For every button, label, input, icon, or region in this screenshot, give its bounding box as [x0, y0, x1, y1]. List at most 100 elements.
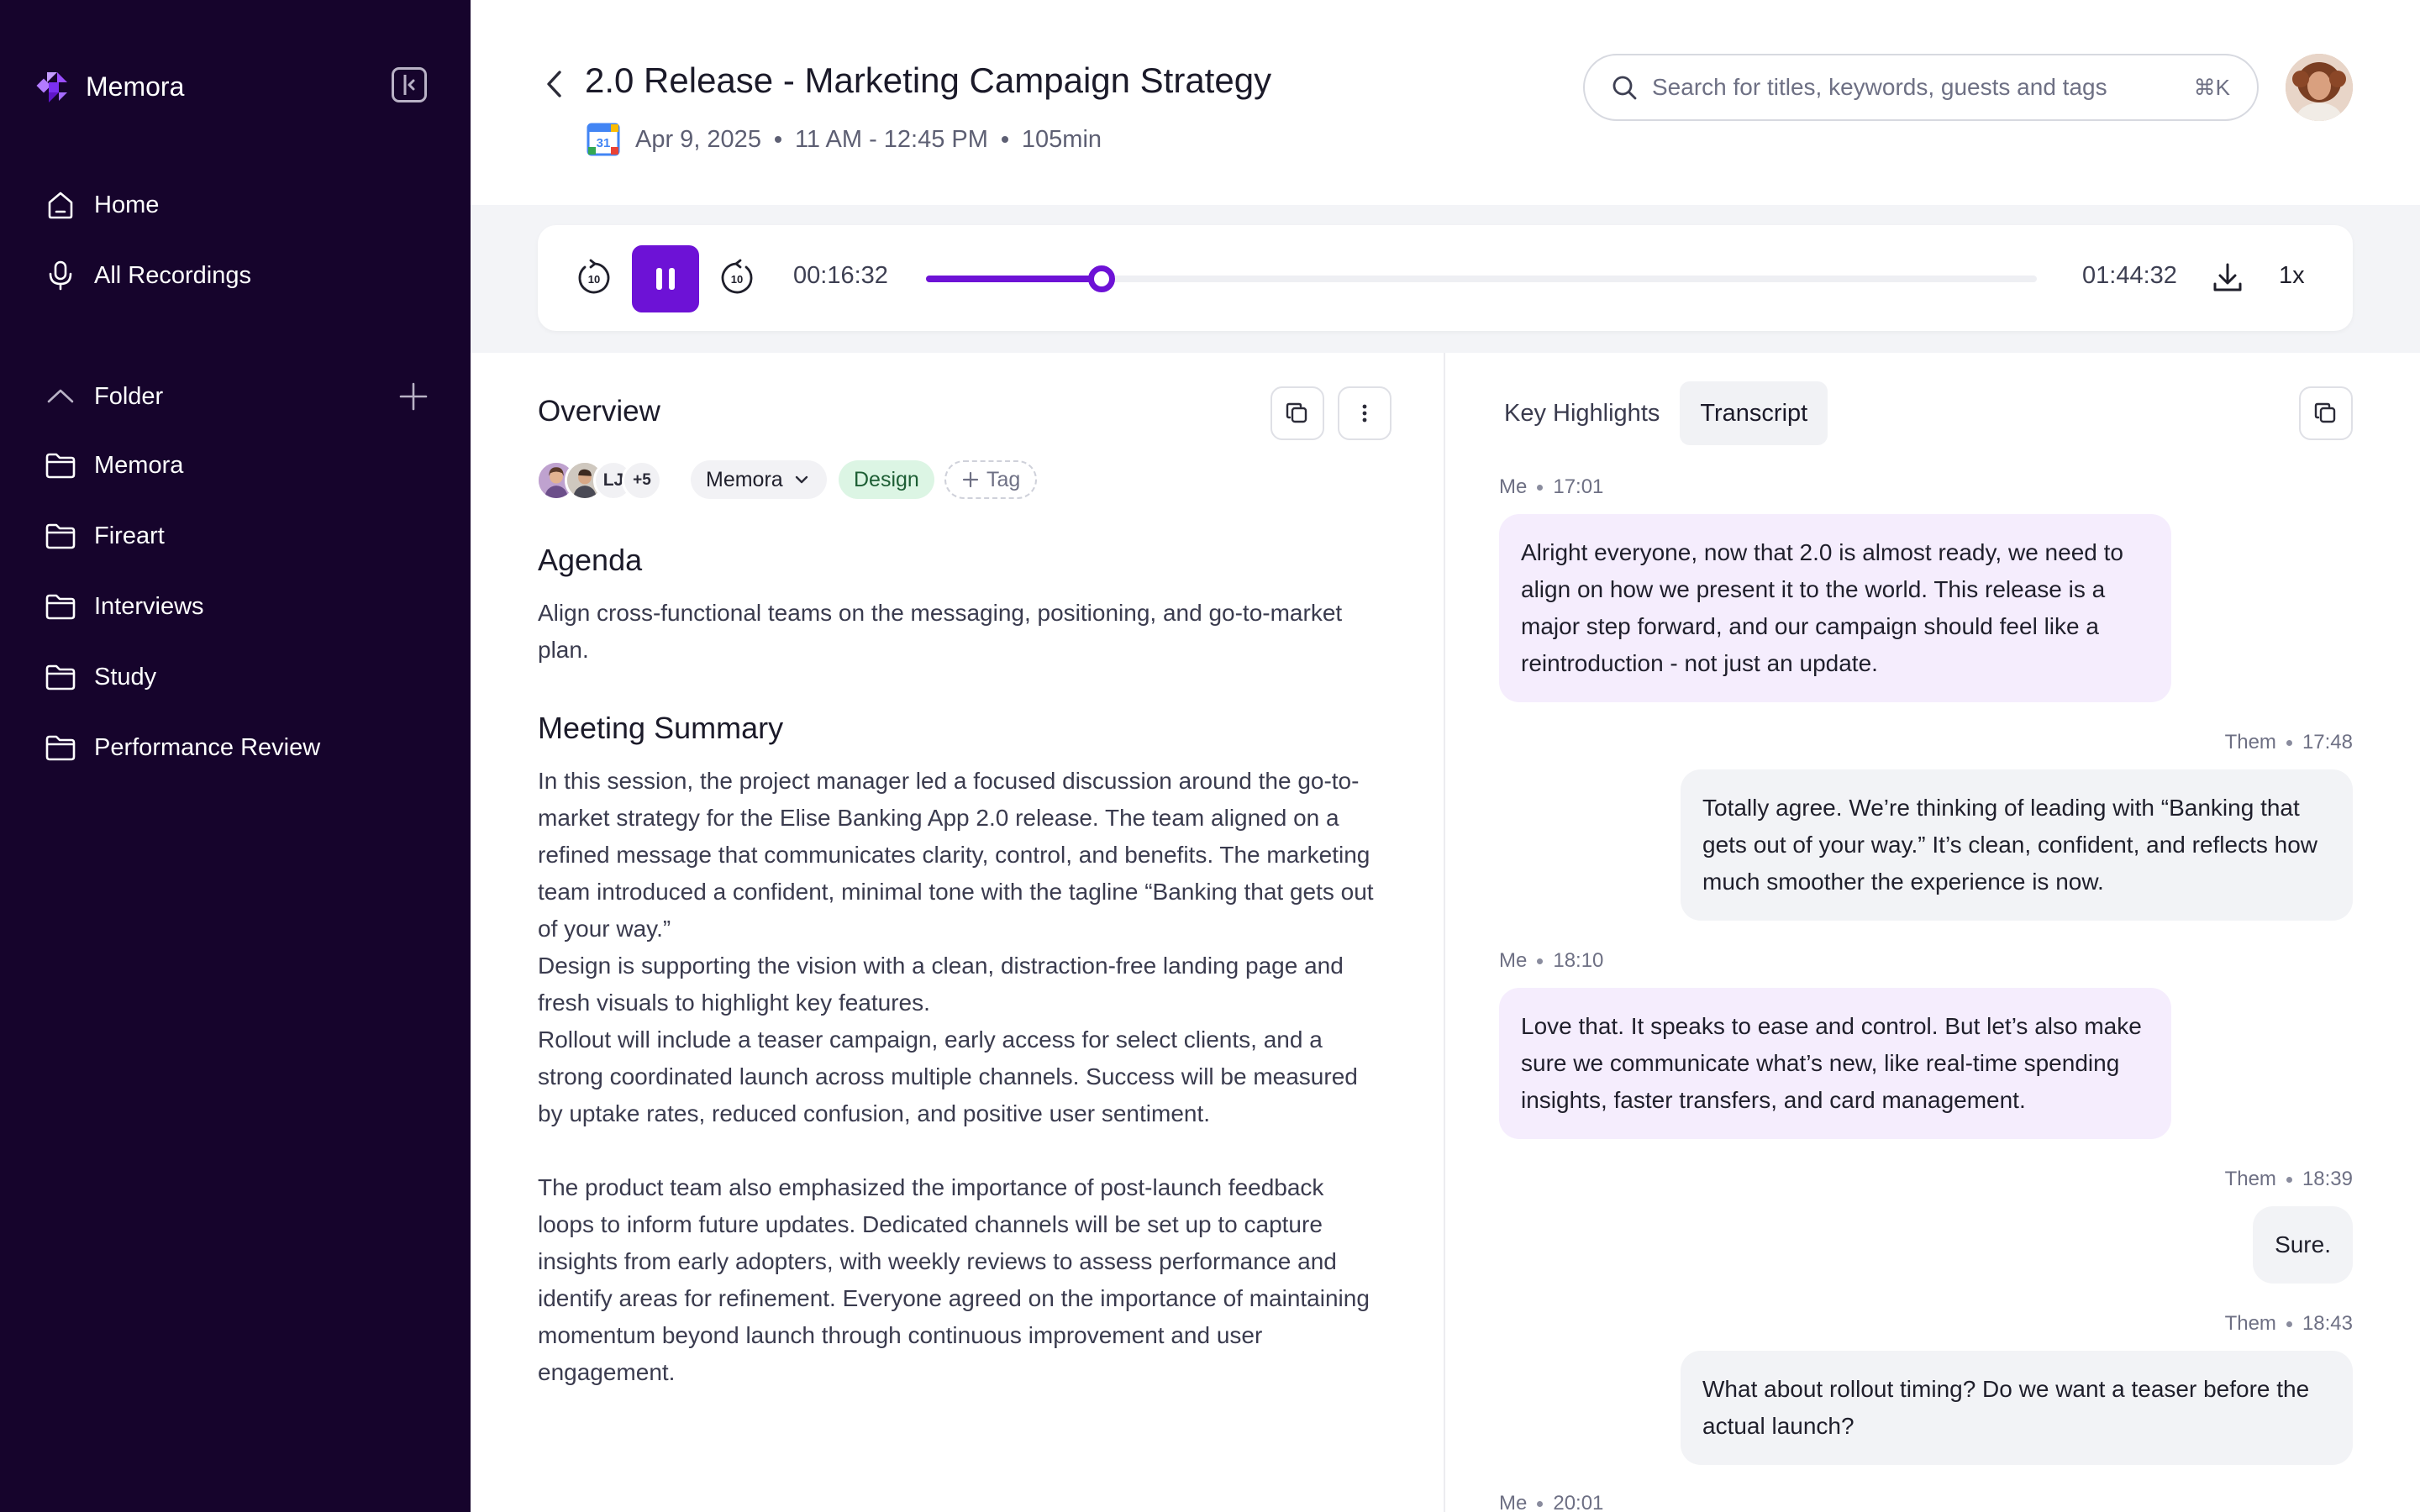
speaker-name: Them: [2224, 1168, 2276, 1190]
summary-paragraph: In this session, the project manager led…: [538, 768, 1374, 942]
add-tag-button[interactable]: Tag: [944, 460, 1038, 499]
chevron-up-icon: [47, 389, 74, 403]
search-input[interactable]: [1652, 74, 2194, 101]
sidebar-folder-label: Study: [94, 663, 157, 690]
collapse-sidebar-button[interactable]: [392, 67, 427, 102]
speaker-name: Me: [1499, 475, 1528, 498]
message-speaker: Them 17:48: [2225, 731, 2353, 754]
agenda-text: Align cross-functional teams on the mess…: [538, 595, 1386, 669]
folder-icon: [45, 453, 76, 479]
folder-section-header[interactable]: Folder: [44, 375, 430, 417]
sidebar-folder-label: Performance Review: [94, 733, 321, 761]
memora-logo-icon: [36, 72, 67, 102]
copy-transcript-button[interactable]: [2299, 386, 2353, 440]
avatar-image: [2286, 54, 2353, 121]
overview-title: Overview: [538, 395, 660, 428]
message-bubble: What about rollout timing? Do we want a …: [1681, 1351, 2353, 1465]
speaker-name: Me: [1499, 949, 1528, 972]
add-folder-icon[interactable]: [397, 380, 430, 413]
summary-paragraph: The product team also emphasized the imp…: [538, 1174, 1370, 1385]
message-time: 18:43: [2302, 1312, 2353, 1335]
more-vertical-icon: [1362, 404, 1367, 423]
back-button[interactable]: [536, 66, 573, 102]
user-avatar[interactable]: [2286, 54, 2353, 121]
forward-seconds: 10: [731, 273, 743, 286]
sidebar-item-home[interactable]: Home: [44, 184, 159, 226]
sidebar-item-label: All Recordings: [94, 261, 251, 289]
message-speaker: Me 18:10: [1499, 949, 1603, 973]
message-time: 20:01: [1553, 1492, 1604, 1512]
sidebar-folder-label: Memora: [94, 451, 184, 479]
sidebar-folder-memora[interactable]: Memora: [44, 444, 183, 486]
speaker-name: Them: [2224, 1312, 2276, 1335]
message-time: 17:01: [1553, 475, 1604, 498]
separator-dot: [774, 136, 781, 143]
sidebar-collapse-icon: [403, 75, 415, 95]
participants-more-count: +5: [622, 460, 662, 501]
message-time: 18:10: [1553, 949, 1604, 972]
sidebar-folder-interviews[interactable]: Interviews: [44, 585, 204, 627]
summary-text: In this session, the project manager led…: [538, 763, 1386, 1391]
more-options-button[interactable]: [1338, 386, 1392, 440]
folder-select[interactable]: Memora: [691, 460, 827, 499]
forward-10-icon[interactable]: 10: [718, 259, 756, 297]
agenda-paragraph: Align cross-functional teams on the mess…: [538, 600, 1343, 663]
agenda-heading: Agenda: [538, 543, 643, 577]
sidebar-folder-fireart[interactable]: Fireart: [44, 515, 165, 557]
participants[interactable]: LJ +5: [536, 459, 662, 502]
folder-icon: [45, 523, 76, 549]
copy-overview-button[interactable]: [1270, 386, 1324, 440]
progress-fill: [926, 276, 1102, 282]
pause-icon: [653, 268, 678, 290]
recording-meta: 31 Apr 9, 2025 11 AM - 12:45 PM 105min: [587, 121, 1102, 158]
audio-player: 10 10 00:16:32 01:44:32 1x: [538, 225, 2353, 331]
speaker-name: Them: [2224, 731, 2276, 753]
progress-track[interactable]: [926, 265, 2037, 292]
rewind-seconds: 10: [588, 273, 600, 286]
progress-handle[interactable]: [1087, 265, 1115, 292]
sidebar-item-label: Home: [94, 191, 160, 218]
message-speaker: Them 18:39: [2225, 1168, 2353, 1191]
plus-icon: [962, 471, 979, 488]
separator-dot: [1001, 136, 1008, 143]
recording-duration: 105min: [1021, 125, 1102, 153]
tag-design[interactable]: Design: [839, 460, 934, 499]
pause-button[interactable]: [632, 245, 699, 312]
folder-icon: [45, 594, 76, 620]
sidebar-item-all-recordings[interactable]: All Recordings: [44, 255, 251, 297]
summary-heading: Meeting Summary: [538, 711, 784, 745]
tab-transcript[interactable]: Transcript: [1680, 381, 1828, 445]
search-icon: [1612, 76, 1637, 100]
folder-icon: [45, 735, 76, 761]
message-time: 17:48: [2302, 731, 2353, 753]
sidebar-folder-label: Interviews: [94, 592, 204, 620]
message-bubble: Sure.: [2253, 1206, 2353, 1284]
tab-key-highlights[interactable]: Key Highlights: [1484, 381, 1680, 445]
brand[interactable]: Memora: [35, 66, 184, 108]
home-icon: [48, 192, 73, 219]
google-calendar-icon: 31: [587, 123, 620, 156]
chevron-left-icon: [547, 71, 561, 97]
playback-speed-button[interactable]: 1x: [2279, 262, 2305, 290]
sidebar-folder-performance-review[interactable]: Performance Review: [44, 727, 320, 769]
message-speaker: Me 17:01: [1499, 475, 1603, 499]
summary-paragraph: Rollout will include a teaser campaign, …: [538, 1026, 1358, 1126]
copy-icon: [1286, 402, 1307, 423]
total-time: 01:44:32: [2082, 262, 2177, 289]
folder-select-label: Memora: [706, 467, 783, 491]
message-time: 18:39: [2302, 1168, 2353, 1190]
download-icon[interactable]: [2210, 260, 2245, 296]
page-title: 2.0 Release - Marketing Campaign Strateg…: [585, 60, 1272, 100]
copy-icon: [2314, 402, 2336, 423]
search-bar[interactable]: ⌘K: [1583, 54, 2259, 121]
summary-paragraph: Design is supporting the vision with a c…: [538, 953, 1344, 1016]
calendar-day: 31: [597, 136, 611, 150]
sidebar-folder-study[interactable]: Study: [44, 656, 156, 698]
recording-date: Apr 9, 2025: [635, 125, 761, 153]
sidebar-folder-label: Fireart: [94, 522, 165, 549]
folder-icon: [45, 664, 76, 690]
message-bubble: Love that. It speaks to ease and control…: [1499, 988, 2171, 1139]
speaker-name: Me: [1499, 1492, 1528, 1512]
message-speaker: Me 20:01: [1499, 1492, 1603, 1512]
rewind-10-icon[interactable]: 10: [575, 259, 613, 297]
